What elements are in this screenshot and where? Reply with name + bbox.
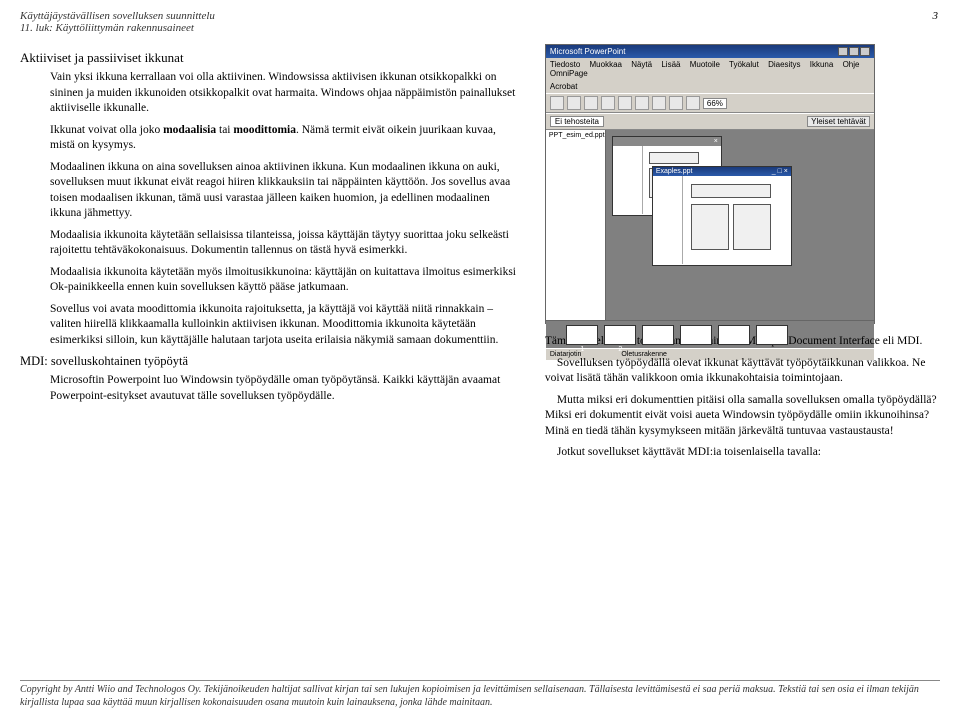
menubar: Tiedosto Muokkaa Näytä Lisää Muotoile Ty… — [546, 58, 874, 80]
acrobat-row: Acrobat — [546, 80, 874, 93]
thumb-label-2: 2 — [618, 346, 622, 353]
tool-undo-icon[interactable] — [669, 96, 683, 110]
subsection-heading: MDI: sovelluskohtainen työpöytä — [20, 354, 523, 369]
menu-tiedosto[interactable]: Tiedosto — [550, 60, 580, 69]
tool-copy-icon[interactable] — [635, 96, 649, 110]
screenshot-powerpoint: Microsoft PowerPoint Tiedosto Muokkaa Nä… — [545, 44, 875, 324]
tool-new-icon[interactable] — [550, 96, 564, 110]
para-1: Vain yksi ikkuna kerrallaan voi olla akt… — [50, 70, 523, 117]
para-r3: Mutta miksi eri dokumenttien pitäisi oll… — [545, 393, 940, 440]
acrobat-label[interactable]: Acrobat — [550, 82, 578, 91]
window-buttons — [838, 47, 870, 56]
para-r2: Sovelluksen työpöydällä olevat ikkunat k… — [545, 356, 940, 387]
footer-copyright: Copyright by Antti Wiio and Technologos … — [20, 680, 940, 709]
para-2b: tai — [216, 124, 233, 136]
section-heading: Aktiiviset ja passiiviset ikkunat — [20, 50, 523, 66]
minimize-icon[interactable] — [838, 47, 848, 56]
menu-lisaa[interactable]: Lisää — [661, 60, 680, 69]
tool-paste-icon[interactable] — [652, 96, 666, 110]
left-column: Aktiiviset ja passiiviset ikkunat Vain y… — [20, 44, 523, 467]
mdi-area: × Exaples.ppt_ □ × — [606, 130, 874, 320]
term-moodittomia: moodittomia — [233, 124, 296, 136]
term-modaalisia: modaalisia — [163, 124, 216, 136]
close-icon[interactable] — [860, 47, 870, 56]
para-5: Modaalisia ikkunoita käytetään myös ilmo… — [50, 265, 523, 296]
slide-thumb-5[interactable] — [718, 325, 750, 345]
app-titlebar: Microsoft PowerPoint — [546, 45, 874, 58]
maximize-icon[interactable] — [849, 47, 859, 56]
tool-open-icon[interactable] — [567, 96, 581, 110]
menu-tyokalut[interactable]: Työkalut — [729, 60, 759, 69]
page-number: 3 — [933, 10, 939, 22]
slide-thumb-6[interactable] — [756, 325, 788, 345]
mdi-inactive-title: × — [613, 137, 721, 146]
header-course-title: Käyttäjäystävällisen sovelluksen suunnit… — [20, 10, 940, 22]
tool-redo-icon[interactable] — [686, 96, 700, 110]
right-column: Microsoft PowerPoint Tiedosto Muokkaa Nä… — [545, 44, 940, 467]
menu-omnipage[interactable]: OmniPage — [550, 69, 588, 78]
outline-doc-name[interactable]: PPT_esim_ed.ppt — [546, 130, 605, 320]
slide-thumb-3[interactable] — [642, 325, 674, 345]
thumb-label-1: 1 — [580, 346, 584, 353]
mdi-window-active[interactable]: Exaples.ppt_ □ × — [652, 166, 792, 266]
zoom-field[interactable]: 66% — [703, 98, 727, 109]
mdi-desktop: PPT_esim_ed.ppt × — [546, 130, 874, 320]
slide-thumb-1[interactable]: 1 — [566, 325, 598, 345]
tool-cut-icon[interactable] — [618, 96, 632, 110]
menu-diaesitys[interactable]: Diaesitys — [768, 60, 800, 69]
para-4: Modaalisia ikkunoita käytetään sellaisis… — [50, 228, 523, 259]
slide-thumb-4[interactable] — [680, 325, 712, 345]
para-mdi: Microsoftin Powerpoint luo Windowsin työ… — [50, 373, 523, 404]
tasks-button[interactable]: Yleiset tehtävät — [807, 116, 870, 127]
content-columns: Aktiiviset ja passiiviset ikkunat Vain y… — [20, 44, 940, 467]
header-chapter: 11. luk: Käyttöliittymän rakennusaineet — [20, 22, 940, 34]
app-title: Microsoft PowerPoint — [550, 47, 626, 56]
menu-ikkuna[interactable]: Ikkuna — [810, 60, 834, 69]
para-r4: Jotkut sovellukset käyttävät MDI:ia tois… — [545, 445, 940, 461]
toolbar: 66% — [546, 93, 874, 113]
slide-thumb-2[interactable]: 2 — [604, 325, 636, 345]
menu-muokkaa[interactable]: Muokkaa — [590, 60, 622, 69]
para-2a: Ikkunat voivat olla joko — [50, 124, 163, 136]
para-6: Sovellus voi avata moodittomia ikkunoita… — [50, 302, 523, 349]
para-2: Ikkunat voivat olla joko modaalisia tai … — [50, 123, 523, 154]
effect-dropdown[interactable]: Ei tehosteita — [550, 116, 604, 127]
mdi-active-title: Exaples.ppt_ □ × — [653, 167, 791, 176]
tool-print-icon[interactable] — [601, 96, 615, 110]
menu-muotoile[interactable]: Muotoile — [690, 60, 720, 69]
tool-save-icon[interactable] — [584, 96, 598, 110]
menu-ohje[interactable]: Ohje — [843, 60, 860, 69]
menu-nayta[interactable]: Näytä — [631, 60, 652, 69]
format-toolbar: Ei tehosteita Yleiset tehtävät — [546, 113, 874, 130]
para-3: Modaalinen ikkuna on aina sovelluksen ai… — [50, 160, 523, 222]
outline-pane: PPT_esim_ed.ppt — [546, 130, 606, 320]
